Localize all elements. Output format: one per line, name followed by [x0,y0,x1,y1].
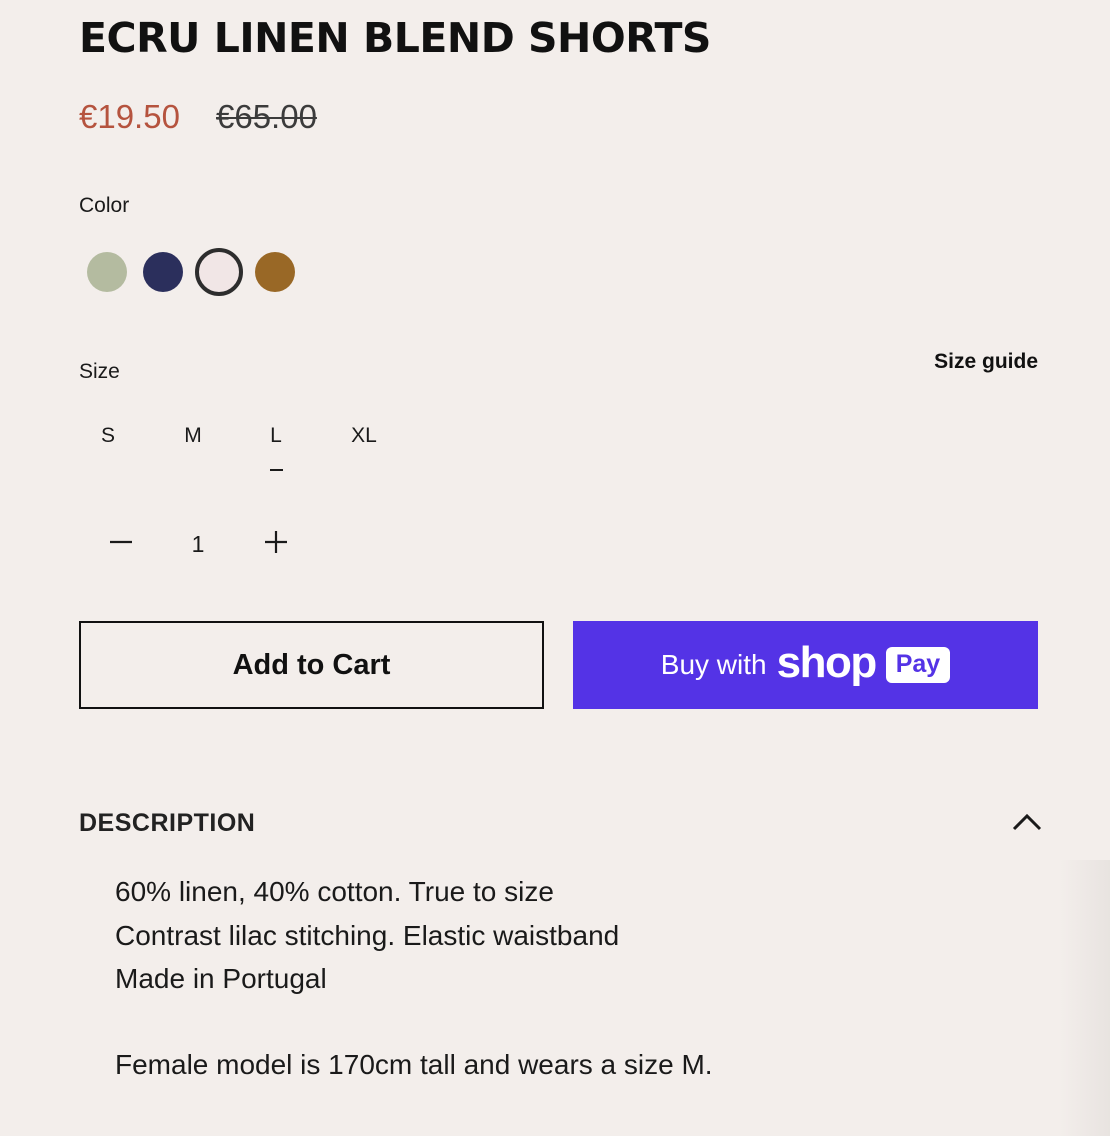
add-to-cart-label: Add to Cart [232,648,391,681]
size-label: Size [79,360,120,383]
edge-shadow [1060,860,1110,1136]
description-line: Female model is 170cm tall and wears a s… [115,1049,713,1080]
color-swatch-ochre[interactable] [255,252,295,292]
size-option-m[interactable]: M [163,424,223,448]
minus-icon [110,540,132,544]
product-title: ECRU LINEN BLEND SHORTS [79,14,711,62]
sale-price: €19.50 [79,98,180,135]
description-heading[interactable]: DESCRIPTION [79,809,255,838]
description-line: 60% linen, 40% cotton. True to size [115,876,554,907]
size-guide-link[interactable]: Size guide [934,350,1038,374]
quantity-value[interactable]: 1 [178,531,218,558]
size-option-l[interactable]: L [246,424,306,448]
plus-icon [265,531,287,553]
shop-pay-button[interactable]: Buy with shop Pay [573,621,1038,709]
quantity-increment-button[interactable] [256,522,296,562]
add-to-cart-button[interactable]: Add to Cart [79,621,544,709]
description-line: Contrast lilac stitching. Elastic waistb… [115,920,620,951]
description-line: Made in Portugal [115,963,327,994]
size-option-xl[interactable]: XL [334,424,394,448]
selected-size-indicator [270,469,283,471]
color-swatch-sage[interactable] [87,252,127,292]
shop-pay-badge: Pay [885,647,951,683]
shop-pay-prefix: Buy with [660,649,767,680]
color-swatch-ecru[interactable] [195,248,243,296]
chevron-up-icon[interactable] [1010,808,1044,834]
color-swatch-navy[interactable] [143,252,183,292]
shop-pay-logo: shop [776,638,878,687]
original-price: €65.00 [216,98,317,135]
color-label: Color [79,194,130,217]
quantity-decrement-button[interactable] [101,522,141,562]
size-option-s[interactable]: S [78,424,138,448]
